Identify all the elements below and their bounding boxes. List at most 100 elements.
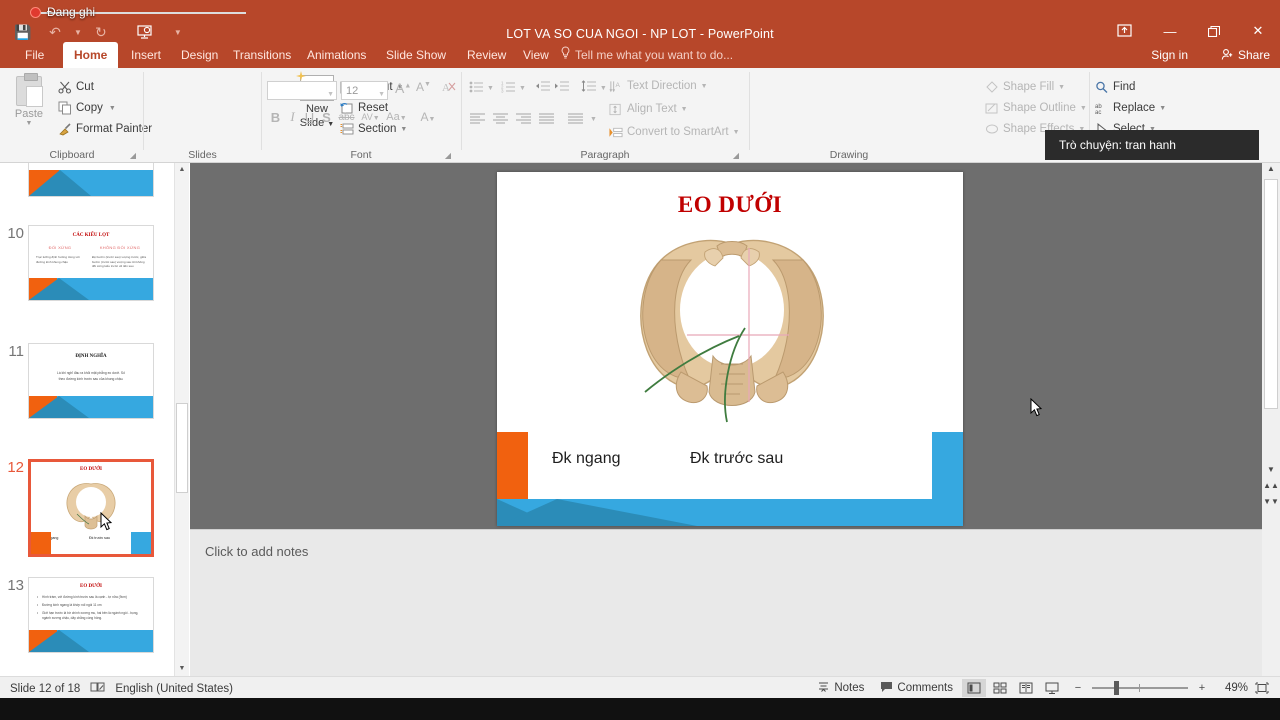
tell-me-search[interactable]: Tell me what you want to do... — [560, 42, 733, 68]
ribbon-display-options-icon[interactable] — [1117, 24, 1132, 40]
slide-sorter-view-button[interactable] — [988, 679, 1012, 697]
notes-pane[interactable]: Click to add notes — [190, 529, 1262, 676]
bullets-icon[interactable] — [469, 80, 484, 96]
zoom-out-button[interactable]: − — [1066, 679, 1090, 697]
shape-fill-dropdown-icon[interactable]: ▼ — [1058, 84, 1065, 91]
font-size-input[interactable]: 12 ▼ — [341, 81, 388, 100]
language-status[interactable]: English (United States) — [115, 683, 233, 695]
font-name-dropdown-icon[interactable]: ▼ — [327, 86, 334, 104]
font-dialog-launcher[interactable]: ◢ — [445, 151, 451, 160]
numbering-icon[interactable]: 123 — [501, 80, 516, 96]
text-shadow-button[interactable]: S — [318, 110, 335, 125]
tab-animations[interactable]: Animations — [296, 42, 377, 68]
comments-button[interactable]: Comments — [873, 679, 960, 697]
font-size-dropdown-icon[interactable]: ▼ — [378, 86, 385, 104]
increase-indent-icon[interactable] — [554, 80, 570, 96]
italic-button[interactable]: I — [284, 109, 301, 125]
zoom-in-button[interactable]: + — [1190, 679, 1214, 697]
reading-view-button[interactable] — [1014, 679, 1038, 697]
strikethrough-button[interactable]: abc — [335, 112, 358, 123]
change-case-button[interactable]: Aa▼ — [383, 111, 410, 123]
close-button[interactable]: ✕ — [1236, 18, 1280, 44]
zoom-percentage[interactable]: 49% — [1216, 682, 1248, 694]
ribbon-tabs: File Home Insert Design Transitions Anim… — [0, 42, 1280, 68]
clear-formatting-icon[interactable]: A — [442, 80, 457, 97]
tab-home[interactable]: Home — [63, 42, 119, 68]
decrease-indent-icon[interactable] — [535, 80, 551, 96]
shape-fill-button[interactable]: Shape Fill ▼ — [985, 80, 1065, 94]
paste-dropdown-icon[interactable]: ▼ — [8, 120, 50, 127]
find-button[interactable]: Find — [1095, 80, 1135, 94]
tab-insert[interactable]: Insert — [120, 42, 172, 68]
tab-review[interactable]: Review — [456, 42, 517, 68]
previous-slide-icon[interactable]: ▲▲ — [1262, 481, 1280, 490]
slide-thumbnail-pane[interactable]: Đường kính chắc chắn: đối diện hoa trái … — [0, 163, 175, 676]
format-painter-button[interactable]: Format Painter — [58, 122, 152, 136]
font-color-button[interactable]: A▼ — [416, 110, 440, 124]
notes-placeholder[interactable]: Click to add notes — [205, 544, 308, 559]
bullets-dropdown-icon[interactable]: ▼ — [487, 85, 494, 92]
bold-button[interactable]: B — [267, 110, 284, 125]
current-slide[interactable]: EO DƯỚI Đk ngang Đk trước sau — [497, 172, 963, 526]
shrink-font-button[interactable]: A▼ — [416, 80, 431, 94]
scroll-up-icon[interactable]: ▲ — [1262, 164, 1280, 173]
line-spacing-icon[interactable] — [581, 80, 597, 96]
slide-counter[interactable]: Slide 12 of 18 — [10, 683, 80, 695]
grow-font-button[interactable]: A▲ — [395, 80, 411, 96]
numbering-dropdown-icon[interactable]: ▼ — [519, 85, 526, 92]
tab-file[interactable]: File — [14, 42, 55, 68]
restore-button[interactable] — [1192, 18, 1236, 44]
align-text-button[interactable]: Align Text ▼ — [609, 102, 688, 116]
convert-smartart-button[interactable]: Convert to SmartArt ▼ — [609, 125, 740, 139]
cut-button[interactable]: Cut — [58, 80, 94, 94]
tab-view[interactable]: View — [512, 42, 560, 68]
replace-dropdown-icon[interactable]: ▼ — [1159, 105, 1166, 112]
thumbnail-pane-scrollbar[interactable]: ▲ ▼ — [175, 163, 189, 676]
shape-outline-dropdown-icon[interactable]: ▼ — [1080, 105, 1087, 112]
fit-to-window-button[interactable] — [1250, 679, 1274, 697]
slide-title[interactable]: EO DƯỚI — [497, 192, 963, 218]
paste-button[interactable]: Paste ▼ — [8, 73, 50, 127]
align-left-icon[interactable] — [469, 112, 486, 127]
tab-slide-show[interactable]: Slide Show — [375, 42, 457, 68]
paragraph-dialog-launcher[interactable]: ◢ — [733, 151, 739, 160]
font-name-input[interactable]: ▼ — [267, 81, 337, 100]
smartart-dropdown-icon[interactable]: ▼ — [733, 129, 740, 136]
tab-design[interactable]: Design — [170, 42, 229, 68]
columns-dropdown-icon[interactable]: ▼ — [590, 116, 597, 123]
scroll-down-icon[interactable]: ▼ — [1262, 465, 1280, 474]
shape-outline-button[interactable]: Shape Outline ▼ — [985, 101, 1087, 115]
thumbnail-scroll-grip[interactable] — [176, 403, 188, 493]
share-button[interactable]: Share — [1221, 42, 1270, 68]
align-text-dropdown-icon[interactable]: ▼ — [681, 106, 688, 113]
notes-button[interactable]: Notes — [810, 679, 871, 697]
underline-button[interactable]: U — [301, 110, 318, 125]
text-direction-button[interactable]: A Text Direction ▼ — [609, 79, 708, 93]
thumbnail-scroll-up-icon[interactable]: ▲ — [175, 163, 189, 177]
align-center-icon[interactable] — [492, 112, 509, 127]
proofing-icon[interactable] — [90, 681, 105, 696]
justify-icon[interactable] — [538, 112, 555, 127]
next-slide-icon[interactable]: ▼▼ — [1262, 497, 1280, 506]
slideshow-view-button[interactable] — [1040, 679, 1064, 697]
text-direction-dropdown-icon[interactable]: ▼ — [701, 83, 708, 90]
zoom-slider[interactable] — [1092, 679, 1188, 697]
clipboard-dialog-launcher[interactable]: ◢ — [130, 151, 136, 160]
pelvis-anatomy-image[interactable] — [617, 232, 847, 427]
scroll-grip[interactable] — [1264, 179, 1278, 409]
line-spacing-dropdown-icon[interactable]: ▼ — [600, 85, 607, 92]
columns-icon[interactable] — [567, 112, 584, 127]
zoom-slider-knob[interactable] — [1114, 681, 1119, 695]
minimize-button[interactable]: — — [1148, 18, 1192, 44]
svg-text:ac: ac — [1095, 110, 1101, 115]
sign-in-button[interactable]: Sign in — [1151, 42, 1188, 68]
character-spacing-button[interactable]: AV▼ — [358, 112, 383, 122]
copy-button[interactable]: Copy ▼ — [58, 101, 116, 115]
slide-scrollbar[interactable]: ▲ ▼ ▲▲ ▼▼ — [1262, 163, 1280, 676]
align-right-icon[interactable] — [515, 112, 532, 127]
replace-button[interactable]: ab ac Replace ▼ — [1095, 101, 1166, 115]
normal-view-button[interactable] — [962, 679, 986, 697]
copy-dropdown-icon[interactable]: ▼ — [109, 105, 116, 112]
thumbnail-scroll-down-icon[interactable]: ▼ — [175, 662, 189, 676]
tab-transitions[interactable]: Transitions — [222, 42, 302, 68]
